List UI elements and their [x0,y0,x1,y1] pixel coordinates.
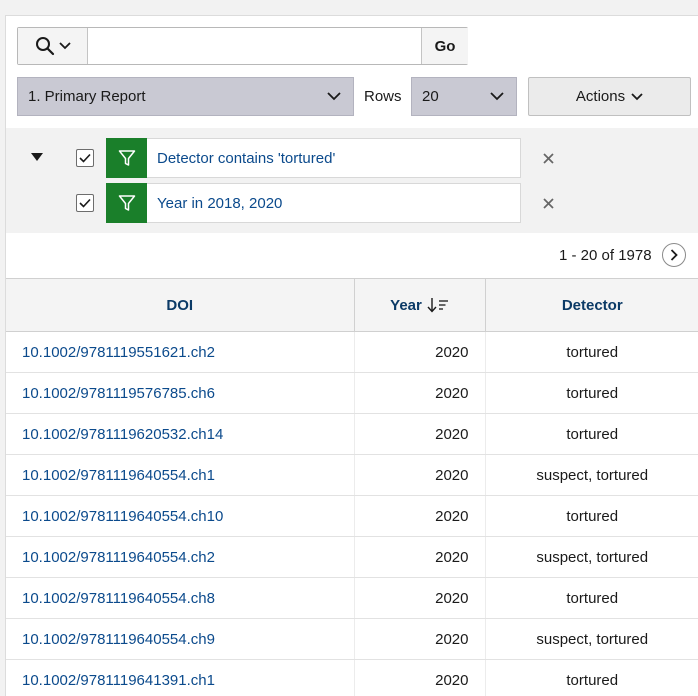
search-icon [35,36,55,56]
chevron-down-icon [490,92,504,101]
year-cell: 2020 [354,537,485,578]
close-icon [543,153,554,164]
year-cell: 2020 [354,332,485,373]
detector-cell: suspect, tortured [485,455,698,496]
search-bar: Go [17,27,468,65]
doi-link[interactable]: 10.1002/9781119640554.ch10 [6,496,354,537]
table-row: 10.1002/9781119640554.ch102020tortured [6,496,698,537]
report-table: DOI Year Detector [6,278,698,696]
checkmark-icon [79,198,91,208]
rows-label: Rows [364,88,402,105]
chevron-down-icon [327,92,341,101]
doi-link[interactable]: 10.1002/9781119640554.ch9 [6,619,354,660]
remove-filter-button[interactable] [539,194,557,212]
column-header-doi[interactable]: DOI [6,279,354,332]
detector-cell: tortured [485,496,698,537]
rows-select-value: 20 [422,88,439,105]
rows-per-page-select[interactable]: 20 [411,77,517,116]
table-row: 10.1002/9781119641391.ch12020tortured [6,660,698,696]
column-header-year[interactable]: Year [354,279,485,332]
chevron-down-icon [59,42,71,50]
funnel-icon [118,194,136,212]
doi-link[interactable]: 10.1002/9781119640554.ch8 [6,578,354,619]
go-button[interactable]: Go [421,28,468,64]
chevron-right-icon [670,249,678,261]
filter-panel: Detector contains 'tortured' Year in 201… [6,128,698,233]
detector-cell: suspect, tortured [485,619,698,660]
chevron-down-icon [631,93,643,101]
detector-cell: suspect, tortured [485,537,698,578]
filter-row: Year in 2018, 2020 [6,183,698,223]
funnel-icon [118,149,136,167]
next-page-button[interactable] [662,243,686,267]
doi-link[interactable]: 10.1002/9781119640554.ch1 [6,455,354,496]
year-cell: 2020 [354,660,485,696]
detector-cell: tortured [485,660,698,696]
interactive-report: Go 1. Primary Report Rows 20 Actions [5,15,698,696]
doi-link[interactable]: 10.1002/9781119620532.ch14 [6,414,354,455]
filter-enable-checkbox[interactable] [76,149,94,167]
column-header-label: DOI [166,297,193,314]
filter-icon-box [106,138,147,178]
year-cell: 2020 [354,619,485,660]
table-header-row: DOI Year Detector [6,279,698,332]
close-icon [543,198,554,209]
year-cell: 2020 [354,373,485,414]
year-cell: 2020 [354,496,485,537]
remove-filter-button[interactable] [539,149,557,167]
filter-label[interactable]: Year in 2018, 2020 [147,183,521,223]
doi-link[interactable]: 10.1002/9781119640554.ch2 [6,537,354,578]
detector-cell: tortured [485,332,698,373]
pagination-info: 1 - 20 of 1978 [559,247,652,264]
checkmark-icon [79,153,91,163]
doi-link[interactable]: 10.1002/9781119576785.ch6 [6,373,354,414]
detector-cell: tortured [485,578,698,619]
table-row: 10.1002/9781119576785.ch62020tortured [6,373,698,414]
detector-cell: tortured [485,414,698,455]
filter-row: Detector contains 'tortured' [6,138,698,178]
report-select[interactable]: 1. Primary Report [17,77,354,116]
table-row: 10.1002/9781119551621.ch22020tortured [6,332,698,373]
year-cell: 2020 [354,578,485,619]
doi-link[interactable]: 10.1002/9781119641391.ch1 [6,660,354,696]
report-select-label: 1. Primary Report [28,88,146,105]
column-header-label: Detector [562,297,623,314]
search-input[interactable] [88,28,420,64]
detector-cell: tortured [485,373,698,414]
filter-label[interactable]: Detector contains 'tortured' [147,138,521,178]
table-row: 10.1002/9781119640554.ch12020suspect, to… [6,455,698,496]
table-row: 10.1002/9781119640554.ch82020tortured [6,578,698,619]
search-column-button[interactable] [18,28,88,64]
year-cell: 2020 [354,455,485,496]
column-header-label: Year [390,297,422,314]
column-header-detector[interactable]: Detector [485,279,698,332]
table-row: 10.1002/9781119640554.ch92020suspect, to… [6,619,698,660]
filter-icon-box [106,183,147,223]
table-row: 10.1002/9781119620532.ch142020tortured [6,414,698,455]
sort-descending-icon [427,297,449,313]
year-cell: 2020 [354,414,485,455]
filter-enable-checkbox[interactable] [76,194,94,212]
table-row: 10.1002/9781119640554.ch22020suspect, to… [6,537,698,578]
actions-label: Actions [576,88,625,105]
actions-menu-button[interactable]: Actions [528,77,691,116]
doi-link[interactable]: 10.1002/9781119551621.ch2 [6,332,354,373]
